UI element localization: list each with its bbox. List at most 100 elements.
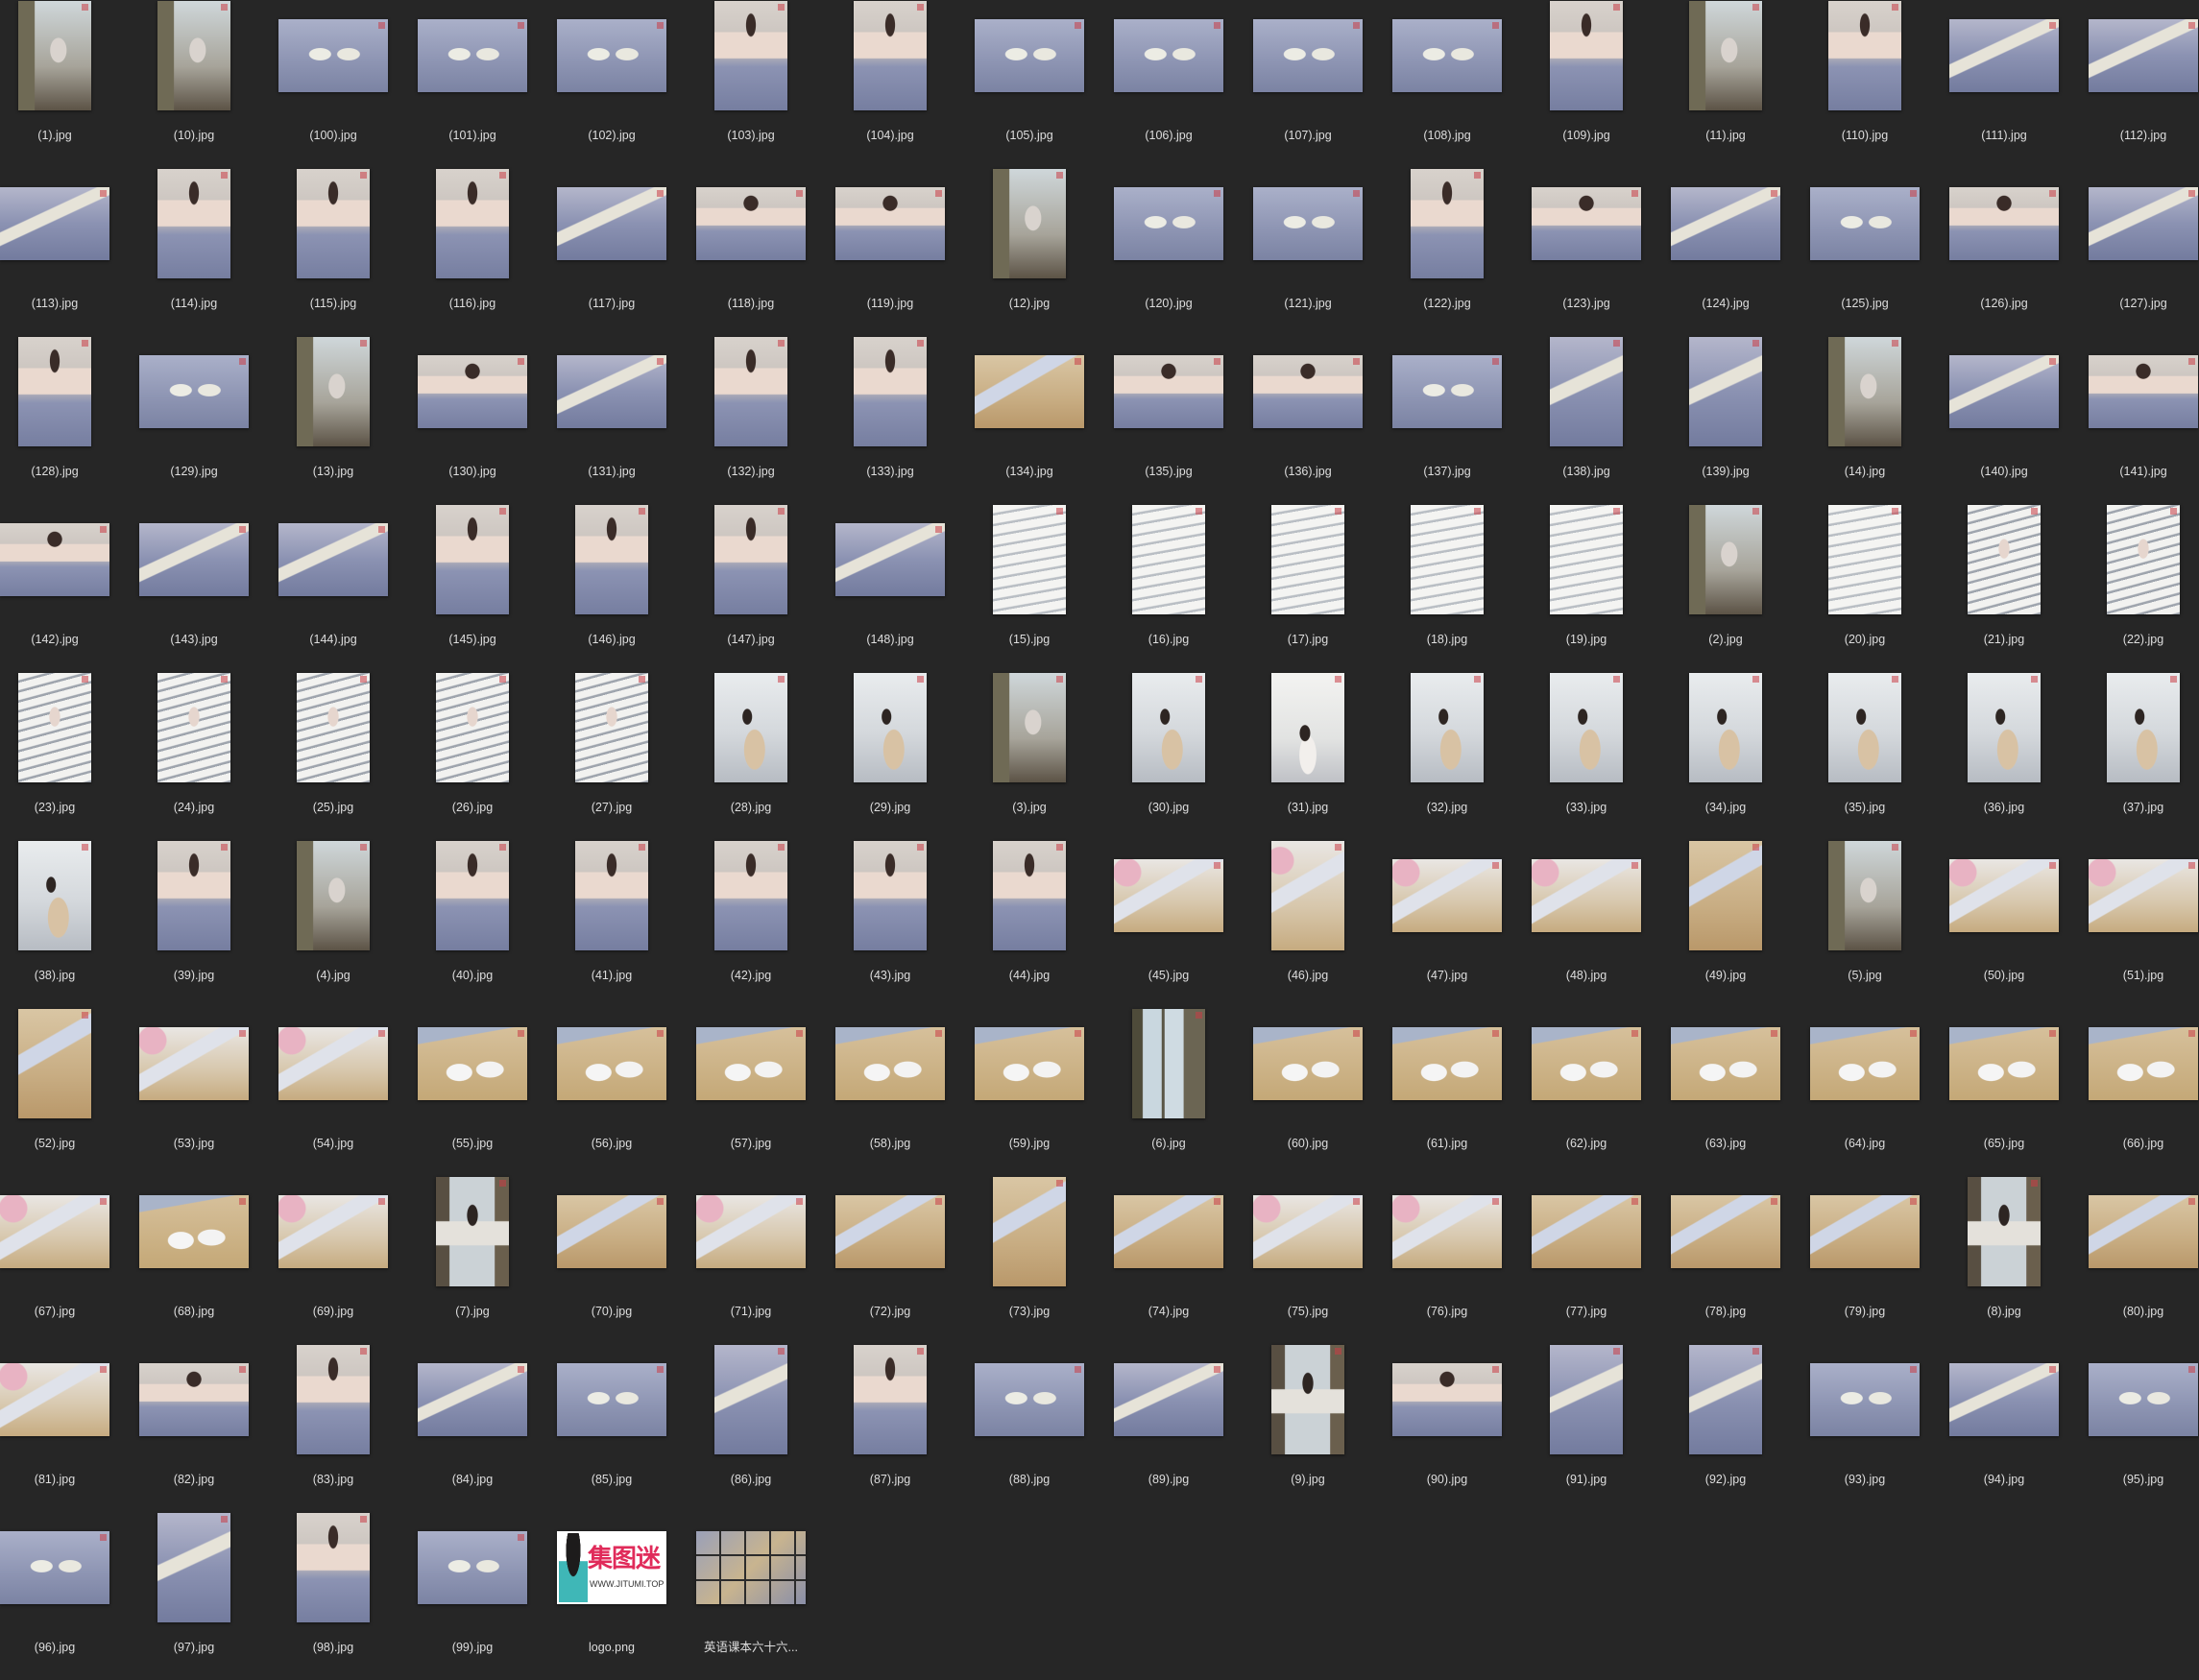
file-item[interactable]: (31).jpg [1239, 672, 1378, 840]
thumbnail-area[interactable] [1656, 336, 1796, 447]
file-item[interactable]: (141).jpg [2074, 336, 2199, 504]
thumbnail-area[interactable] [1517, 504, 1656, 615]
image-thumbnail[interactable] [696, 1027, 806, 1100]
thumbnail-area[interactable] [125, 168, 264, 279]
file-item[interactable]: (47).jpg [1378, 840, 1517, 1008]
image-thumbnail[interactable] [1532, 1195, 1641, 1268]
thumbnail-area[interactable] [1517, 1344, 1656, 1455]
file-item[interactable]: (56).jpg [543, 1008, 682, 1176]
image-thumbnail[interactable] [436, 673, 509, 782]
file-item[interactable]: (63).jpg [1656, 1008, 1796, 1176]
thumbnail-area[interactable] [1935, 1008, 2074, 1119]
image-thumbnail[interactable] [1271, 841, 1344, 950]
thumbnail-area[interactable] [125, 1344, 264, 1455]
image-thumbnail[interactable] [1253, 19, 1363, 92]
file-item[interactable]: (37).jpg [2074, 672, 2199, 840]
file-item[interactable]: (133).jpg [821, 336, 960, 504]
file-item[interactable]: (119).jpg [821, 168, 960, 336]
image-thumbnail[interactable] [854, 841, 927, 950]
image-thumbnail[interactable] [278, 19, 388, 92]
image-thumbnail[interactable] [835, 1027, 945, 1100]
file-item[interactable]: (143).jpg [125, 504, 264, 672]
file-item[interactable]: (146).jpg [543, 504, 682, 672]
file-item[interactable]: (59).jpg [960, 1008, 1100, 1176]
image-thumbnail[interactable] [297, 841, 370, 950]
thumbnail-area[interactable] [1517, 0, 1656, 111]
image-thumbnail[interactable] [1253, 1027, 1363, 1100]
file-item[interactable]: (36).jpg [1935, 672, 2074, 840]
file-item[interactable]: (99).jpg [403, 1512, 543, 1680]
image-thumbnail[interactable] [1411, 169, 1484, 278]
file-item[interactable]: (100).jpg [264, 0, 403, 168]
thumbnail-area[interactable] [1239, 1344, 1378, 1455]
image-thumbnail[interactable] [575, 841, 648, 950]
thumbnail-area[interactable] [682, 1176, 821, 1287]
image-thumbnail[interactable] [1550, 673, 1623, 782]
file-item[interactable]: (55).jpg [403, 1008, 543, 1176]
file-item[interactable]: (4).jpg [264, 840, 403, 1008]
thumbnail-area[interactable] [264, 1008, 403, 1119]
image-thumbnail[interactable] [557, 1363, 666, 1436]
thumbnail-area[interactable] [821, 672, 960, 783]
image-thumbnail[interactable] [0, 1195, 109, 1268]
thumbnail-area[interactable] [0, 168, 125, 279]
thumbnail-area[interactable] [1239, 168, 1378, 279]
image-thumbnail[interactable] [297, 673, 370, 782]
thumbnail-area[interactable] [403, 1008, 543, 1119]
image-thumbnail[interactable] [993, 169, 1066, 278]
thumbnail-area[interactable] [1656, 840, 1796, 951]
thumbnail-area[interactable] [821, 0, 960, 111]
thumbnail-area[interactable] [125, 336, 264, 447]
thumbnail-area[interactable] [1796, 1344, 1935, 1455]
file-item[interactable]: (125).jpg [1796, 168, 1935, 336]
thumbnail-area[interactable] [1378, 504, 1517, 615]
image-thumbnail[interactable] [1114, 355, 1223, 428]
file-item[interactable]: (46).jpg [1239, 840, 1378, 1008]
image-thumbnail[interactable] [18, 1009, 91, 1118]
thumbnail-area[interactable] [821, 336, 960, 447]
thumbnail-area[interactable] [821, 1176, 960, 1287]
file-item[interactable]: 英语课本六十六... [682, 1512, 821, 1680]
thumbnail-area[interactable] [264, 504, 403, 615]
image-thumbnail[interactable] [1689, 505, 1762, 614]
thumbnail-area[interactable] [403, 1512, 543, 1623]
file-item[interactable]: (142).jpg [0, 504, 125, 672]
image-thumbnail[interactable] [1689, 673, 1762, 782]
thumbnail-area[interactable] [1656, 504, 1796, 615]
image-thumbnail[interactable] [1828, 1, 1901, 110]
image-thumbnail[interactable] [714, 337, 787, 446]
file-item[interactable]: (23).jpg [0, 672, 125, 840]
image-thumbnail[interactable] [139, 523, 249, 596]
image-thumbnail[interactable] [975, 19, 1084, 92]
file-item[interactable]: (33).jpg [1517, 672, 1656, 840]
thumbnail-area[interactable] [125, 840, 264, 951]
image-thumbnail[interactable] [1253, 355, 1363, 428]
image-thumbnail[interactable] [696, 1531, 806, 1604]
thumbnail-area[interactable] [1100, 672, 1239, 783]
thumbnail-area[interactable] [543, 504, 682, 615]
file-item[interactable]: (65).jpg [1935, 1008, 2074, 1176]
thumbnail-area[interactable] [682, 168, 821, 279]
file-item[interactable]: (53).jpg [125, 1008, 264, 1176]
image-thumbnail[interactable] [835, 1195, 945, 1268]
file-item[interactable]: (29).jpg [821, 672, 960, 840]
image-thumbnail[interactable] [1532, 859, 1641, 932]
image-thumbnail[interactable] [0, 1363, 109, 1436]
file-item[interactable]: (13).jpg [264, 336, 403, 504]
file-item[interactable]: (122).jpg [1378, 168, 1517, 336]
file-item[interactable]: (73).jpg [960, 1176, 1100, 1344]
file-item[interactable]: (22).jpg [2074, 504, 2199, 672]
file-item[interactable]: (80).jpg [2074, 1176, 2199, 1344]
thumbnail-area[interactable] [821, 840, 960, 951]
thumbnail-area[interactable] [1935, 504, 2074, 615]
image-thumbnail[interactable] [139, 1363, 249, 1436]
image-thumbnail[interactable] [1828, 505, 1901, 614]
file-item[interactable]: (145).jpg [403, 504, 543, 672]
file-item[interactable]: (21).jpg [1935, 504, 2074, 672]
file-item[interactable]: (69).jpg [264, 1176, 403, 1344]
image-thumbnail[interactable] [1810, 1027, 1920, 1100]
image-thumbnail[interactable] [1253, 187, 1363, 260]
file-item[interactable]: (147).jpg [682, 504, 821, 672]
thumbnail-area[interactable] [1100, 168, 1239, 279]
image-thumbnail[interactable] [0, 187, 109, 260]
